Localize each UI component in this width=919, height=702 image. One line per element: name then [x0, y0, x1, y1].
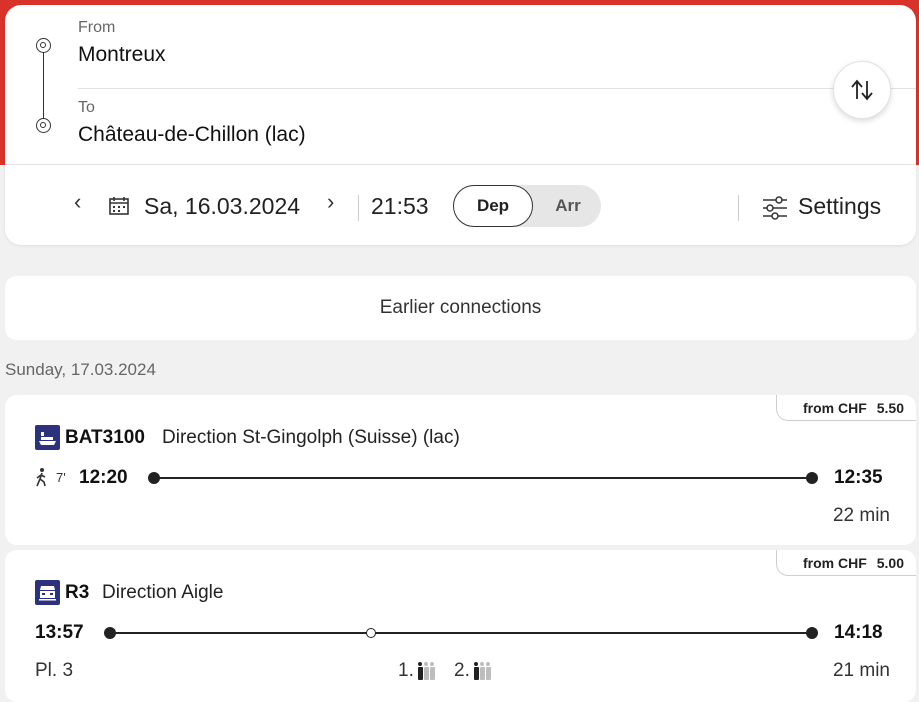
from-label: From: [78, 19, 116, 36]
price-value: 5.50: [876, 399, 904, 416]
dep-arr-toggle: Dep Arr: [453, 185, 601, 227]
departure-time: 12:20: [79, 467, 128, 488]
divider: [738, 195, 739, 221]
second-class-label: 2.: [454, 660, 470, 681]
previous-day-button[interactable]: ‹: [74, 191, 81, 213]
search-panel: From Montreux To Château-de-Chillon (lac…: [5, 5, 916, 245]
field-divider: [78, 88, 916, 89]
occupancy-second-class: 2.: [454, 660, 491, 682]
connection-card[interactable]: from CHF 5.00 R3 Direction Aigle 13:57 1…: [5, 550, 916, 702]
direction-text: Direction Aigle: [102, 582, 224, 603]
price-prefix: from CHF: [802, 399, 867, 416]
price-tag: from CHF 5.00: [776, 550, 916, 576]
arrival-dot: [806, 627, 818, 639]
change-stop-dot: [366, 628, 376, 638]
departure-time: 13:57: [35, 622, 84, 643]
price-value: 5.00: [876, 554, 904, 571]
first-class-label: 1.: [398, 660, 414, 681]
day-header: Sunday, 17.03.2024: [5, 360, 156, 379]
platform-text: Pl. 3: [35, 660, 74, 681]
price-prefix: from CHF: [802, 554, 867, 571]
arrival-dot: [806, 472, 818, 484]
walk-duration: 7': [56, 470, 66, 485]
swap-button[interactable]: [833, 61, 891, 119]
departure-toggle-option[interactable]: Dep: [453, 185, 533, 227]
boat-icon: [35, 425, 60, 450]
train-icon: [35, 580, 60, 605]
walk-icon: [36, 468, 46, 487]
settings-sliders-icon[interactable]: [761, 195, 789, 221]
arrival-toggle-option[interactable]: Arr: [535, 185, 601, 227]
journey-line: [110, 632, 812, 634]
duration: 21 min: [832, 660, 890, 681]
occupancy-first-class: 1.: [398, 660, 435, 682]
destination-stop-icon: [36, 118, 51, 133]
connection-card[interactable]: from CHF 5.50 BAT3100 Direction St-Gingo…: [5, 395, 916, 545]
occupancy-person-icon: [417, 662, 435, 680]
direction-text: Direction St-Gingolph (Suisse) (lac): [162, 427, 460, 448]
calendar-icon[interactable]: [109, 197, 129, 215]
next-day-button[interactable]: ›: [327, 191, 334, 213]
journey-line: [154, 477, 812, 479]
to-field[interactable]: Château-de-Chillon (lac): [78, 123, 306, 147]
price-tag: from CHF 5.50: [776, 395, 916, 421]
swap-icon: [851, 79, 873, 101]
date-field[interactable]: Sa, 16.03.2024: [144, 193, 300, 220]
to-label: To: [78, 99, 95, 116]
occupancy-person-icon: [473, 662, 491, 680]
from-field[interactable]: Montreux: [78, 43, 166, 67]
arrival-time: 14:18: [834, 622, 883, 643]
earlier-connections-button[interactable]: Earlier connections: [5, 276, 916, 340]
row-divider: [5, 164, 916, 165]
origin-stop-icon: [36, 38, 51, 53]
divider: [358, 195, 359, 221]
settings-button[interactable]: Settings: [798, 193, 881, 220]
time-field[interactable]: 21:53: [371, 193, 429, 220]
duration: 22 min: [832, 505, 890, 526]
service-number: BAT3100: [65, 427, 145, 448]
service-number: R3: [65, 582, 90, 603]
arrival-time: 12:35: [834, 467, 883, 488]
